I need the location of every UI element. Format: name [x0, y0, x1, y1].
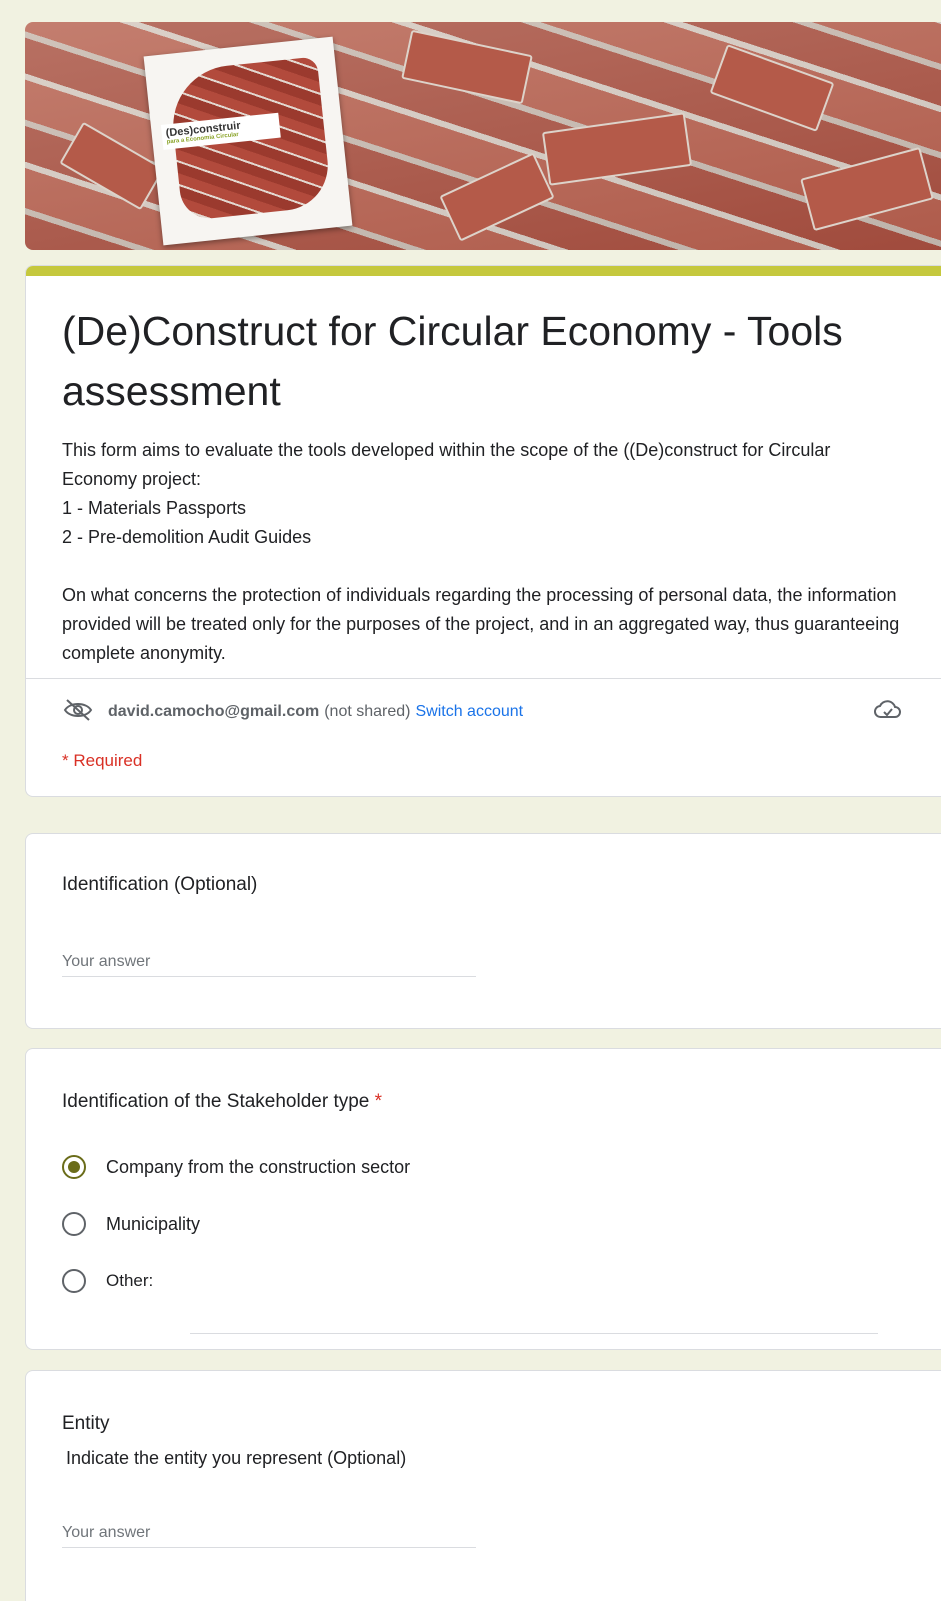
form-title: (De)Construct for Circular Economy - Too… — [62, 308, 843, 414]
radio-label-company: Company from the construction sector — [106, 1156, 411, 1177]
identification-answer-input[interactable] — [62, 948, 476, 977]
not-shared-label: (not shared) — [324, 703, 411, 720]
divider — [26, 678, 941, 679]
cloud-saved-icon — [874, 698, 902, 727]
switch-account-link[interactable]: Switch account — [415, 703, 523, 721]
radio-option-municipality[interactable]: Municipality — [62, 1209, 200, 1239]
question-stakeholder-title: Identification of the Stakeholder type * — [62, 1091, 382, 1113]
question-stakeholder-card: Identification of the Stakeholder type *… — [25, 1048, 941, 1350]
required-asterisk: * — [374, 1091, 383, 1112]
radio-button[interactable] — [62, 1212, 86, 1236]
other-text-input[interactable] — [190, 1307, 878, 1334]
radio-label-other: Other: — [106, 1271, 154, 1290]
question-identification-card: Identification (Optional) — [25, 833, 941, 1029]
radio-option-company[interactable]: Company from the construction sector — [62, 1152, 410, 1182]
accent-bar — [26, 266, 941, 276]
radio-button-selected[interactable] — [62, 1155, 86, 1179]
header-banner-image: (Des)construir para a Economia Circular — [25, 22, 941, 250]
radio-label-municipality: Municipality — [106, 1213, 201, 1234]
form-header-card: (De)Construct for Circular Economy - Too… — [25, 265, 941, 797]
form-description: This form aims to evaluate the tools dev… — [62, 440, 900, 663]
entity-answer-input[interactable] — [62, 1519, 476, 1548]
account-email: david.camocho@gmail.com — [108, 703, 320, 720]
question-entity-description: Indicate the entity you represent (Optio… — [66, 1448, 407, 1468]
question-identification-title: Identification (Optional) — [62, 874, 258, 895]
radio-button[interactable] — [62, 1269, 86, 1293]
radio-option-other[interactable]: Other: — [62, 1266, 153, 1296]
question-entity-title: Entity — [62, 1413, 110, 1434]
question-stakeholder-title-text: Identification of the Stakeholder type — [62, 1091, 370, 1112]
eye-off-icon — [62, 698, 94, 727]
account-row: david.camocho@gmail.com (not shared) Swi… — [62, 698, 902, 726]
required-note: * Required — [62, 751, 143, 770]
question-entity-card: Entity Indicate the entity you represent… — [25, 1370, 941, 1601]
project-poster: (Des)construir para a Economia Circular — [143, 36, 353, 246]
